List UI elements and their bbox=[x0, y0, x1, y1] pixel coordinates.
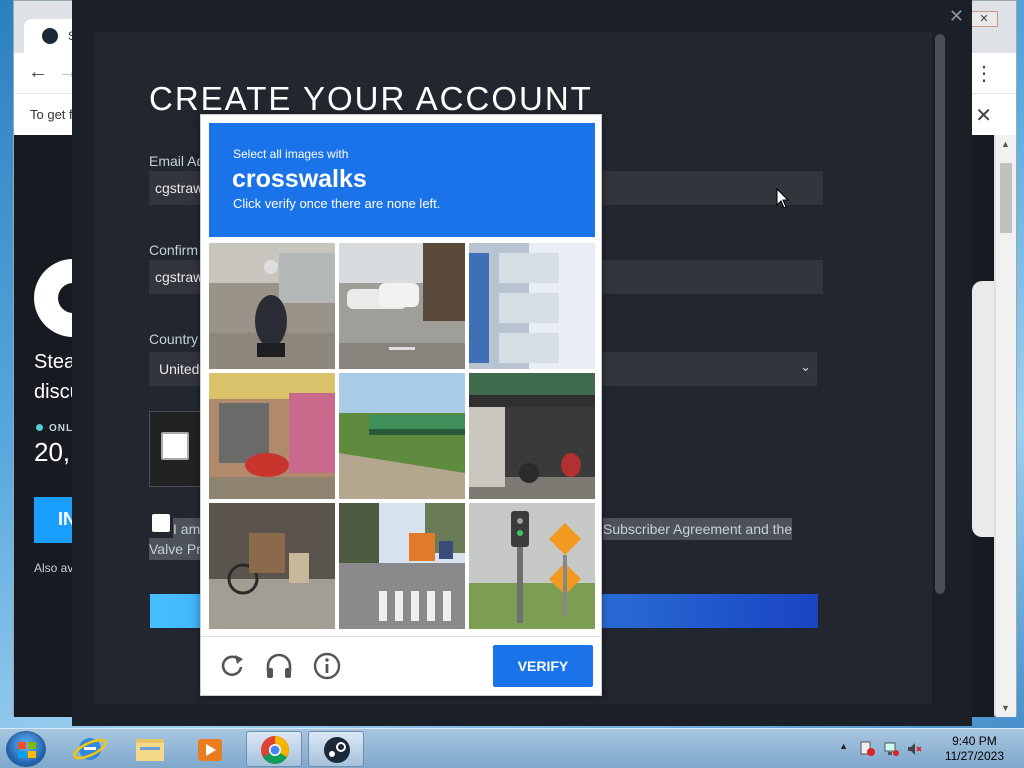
confirm-email-value: cgstraw bbox=[155, 269, 204, 285]
captcha-subinstruction: Click verify once there are none left. bbox=[233, 196, 441, 211]
captcha-image-grid bbox=[209, 243, 595, 629]
window-close-button[interactable]: ✕ bbox=[970, 11, 998, 27]
captcha-keyword: crosswalks bbox=[232, 165, 367, 193]
chevron-down-icon: ⌄ bbox=[800, 359, 811, 374]
reload-icon[interactable] bbox=[217, 651, 247, 681]
email-value: cgstraw bbox=[155, 180, 204, 196]
captcha-challenge: Select all images with crosswalks Click … bbox=[200, 114, 602, 696]
headphones-icon[interactable] bbox=[264, 651, 294, 681]
captcha-instruction: Select all images with bbox=[233, 147, 349, 161]
captcha-header: Select all images with crosswalks Click … bbox=[209, 123, 595, 237]
captcha-tile-9[interactable] bbox=[469, 503, 595, 629]
scroll-up-icon[interactable]: ▲ bbox=[1001, 139, 1010, 149]
clock-date: 11/27/2023 bbox=[944, 749, 1004, 763]
taskbar-file-explorer[interactable] bbox=[122, 731, 178, 767]
online-label: ONLI bbox=[36, 423, 77, 434]
hero-image bbox=[972, 281, 994, 537]
agreement-prefix: I am bbox=[173, 518, 201, 540]
captcha-tile-2[interactable] bbox=[339, 243, 465, 369]
infobar-text: To get f bbox=[30, 107, 73, 122]
agreement-suffix[interactable]: Subscriber Agreement and the bbox=[603, 518, 793, 540]
online-count: 20, bbox=[34, 437, 71, 467]
modal-scrollbar[interactable] bbox=[935, 34, 945, 594]
verify-button[interactable]: VERIFY bbox=[493, 645, 593, 687]
also-available-text: Also av bbox=[34, 561, 74, 575]
captcha-tile-3[interactable] bbox=[469, 243, 595, 369]
tray-expand-icon[interactable]: ▲ bbox=[839, 741, 848, 751]
windows-logo-icon bbox=[18, 742, 36, 758]
country-value: United bbox=[159, 361, 200, 377]
captcha-divider bbox=[201, 636, 601, 637]
taskbar-media-player[interactable] bbox=[182, 731, 238, 767]
email-label: Email Ad bbox=[149, 153, 205, 169]
taskbar-chrome[interactable] bbox=[246, 731, 302, 767]
mouse-pointer-icon bbox=[776, 187, 790, 215]
info-icon[interactable] bbox=[312, 651, 342, 681]
confirm-email-label: Confirm bbox=[149, 242, 199, 258]
agree-checkbox[interactable] bbox=[152, 514, 170, 532]
captcha-tile-7[interactable] bbox=[209, 503, 335, 629]
agreement-line2[interactable]: Valve Pr bbox=[149, 538, 201, 560]
taskbar-internet-explorer[interactable] bbox=[62, 731, 118, 767]
modal-close-icon[interactable]: ✕ bbox=[949, 6, 964, 27]
steam-favicon-icon bbox=[42, 28, 58, 44]
captcha-tile-5[interactable] bbox=[339, 373, 465, 499]
infobar-close-icon[interactable]: ✕ bbox=[975, 103, 992, 128]
scroll-down-icon[interactable]: ▼ bbox=[1001, 703, 1010, 713]
captcha-tile-6[interactable] bbox=[469, 373, 595, 499]
start-button[interactable] bbox=[6, 731, 46, 767]
system-clock[interactable]: 9:40 PM 11/27/2023 bbox=[945, 734, 1004, 764]
recaptcha-checkbox[interactable] bbox=[161, 432, 189, 460]
taskbar: ▲ 9:40 PM 11/27/2023 bbox=[0, 728, 1024, 768]
network-icon[interactable] bbox=[884, 741, 900, 757]
taskbar-steam[interactable] bbox=[308, 731, 364, 767]
scrollbar-thumb[interactable] bbox=[1000, 163, 1012, 233]
volume-muted-icon[interactable] bbox=[906, 741, 922, 757]
country-label: Country bbox=[149, 331, 199, 347]
captcha-tile-8[interactable] bbox=[339, 503, 465, 629]
captcha-tile-1[interactable] bbox=[209, 243, 335, 369]
page-scrollbar[interactable]: ▲ ▼ bbox=[996, 135, 1016, 717]
back-arrow-icon[interactable]: ← bbox=[28, 61, 48, 84]
browser-menu-icon[interactable]: ⋮ bbox=[974, 61, 994, 86]
page-title: CREATE YOUR ACCOUNT bbox=[149, 80, 593, 117]
action-center-icon[interactable] bbox=[860, 741, 876, 757]
captcha-tile-4[interactable] bbox=[209, 373, 335, 499]
clock-time: 9:40 PM bbox=[952, 734, 997, 748]
